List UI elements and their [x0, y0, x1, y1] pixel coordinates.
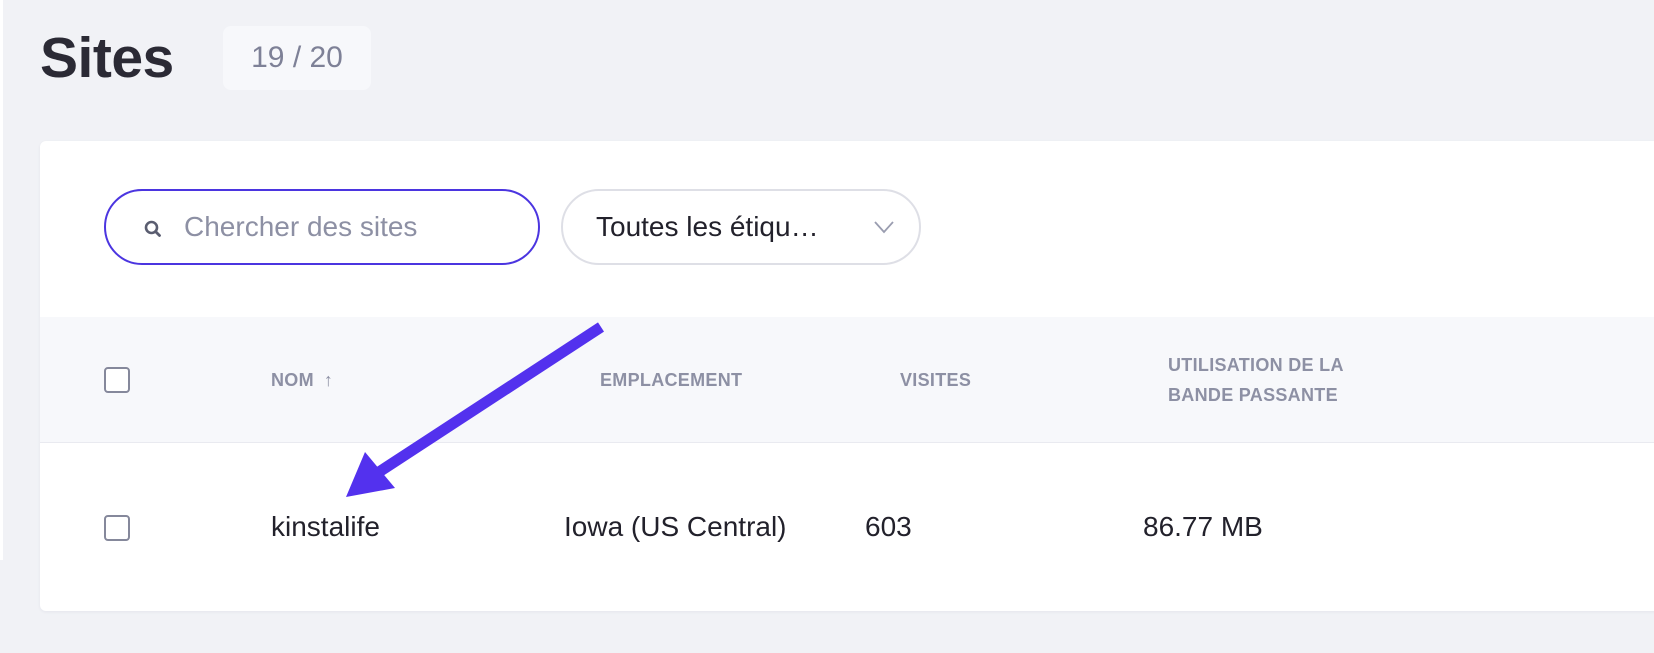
column-header-visits[interactable]: VISITES: [900, 365, 971, 395]
table-row[interactable]: kinstalife Iowa (US Central) 603 86.77 M…: [40, 443, 1654, 611]
select-all-checkbox[interactable]: [104, 367, 130, 393]
chevron-down-icon: [874, 221, 894, 234]
site-location: Iowa (US Central): [564, 511, 787, 542]
site-count-badge: 19 / 20: [223, 26, 371, 90]
site-bandwidth: 86.77 MB: [1143, 511, 1263, 542]
window-edge: [0, 0, 3, 560]
column-header-location[interactable]: EMPLACEMENT: [600, 365, 742, 395]
site-visits: 603: [865, 511, 912, 542]
column-header-bandwidth[interactable]: UTILISATION DE LA BANDE PASSANTE: [1168, 350, 1388, 410]
sites-card: Toutes les étiqu… NOM ↑ EMPLACEMENT VISIT…: [40, 141, 1654, 611]
page-title: Sites: [40, 26, 174, 90]
sort-ascending-icon: ↑: [323, 370, 334, 390]
search-field[interactable]: [104, 189, 540, 265]
search-input[interactable]: [184, 191, 514, 263]
row-checkbox[interactable]: [104, 515, 130, 541]
column-header-name[interactable]: NOM ↑: [271, 365, 333, 395]
tags-filter-value: Toutes les étiqu…: [596, 211, 819, 242]
tags-filter-select[interactable]: Toutes les étiqu…: [561, 189, 921, 265]
site-name-link[interactable]: kinstalife: [271, 507, 380, 547]
search-icon: [144, 220, 161, 237]
column-header-name-label: NOM: [271, 370, 314, 390]
table-header: NOM ↑ EMPLACEMENT VISITES UTILISATION DE …: [40, 317, 1654, 443]
